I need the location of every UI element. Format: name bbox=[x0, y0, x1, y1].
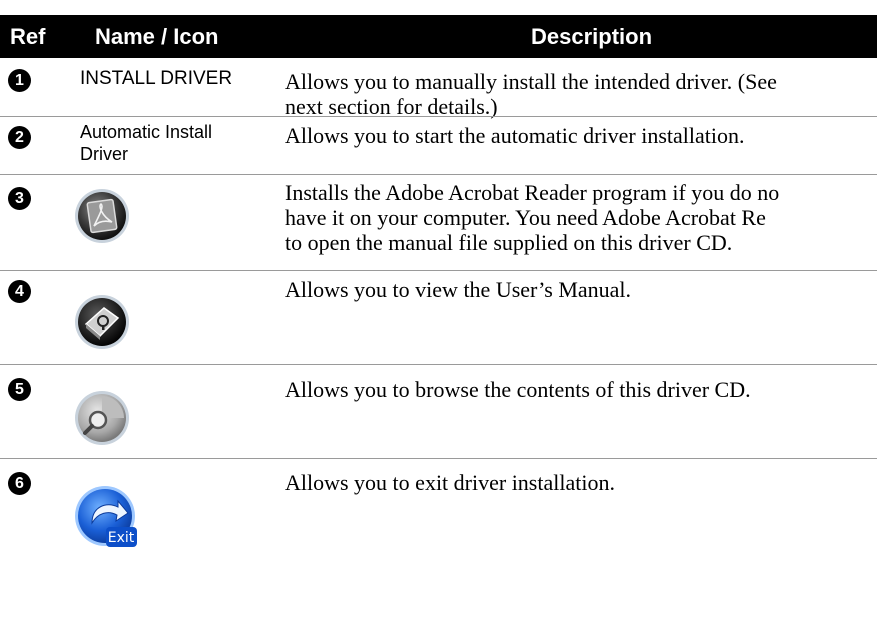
automatic-install-driver-label: Automatic Install Driver bbox=[80, 121, 212, 165]
description-line: Allows you to browse the contents of thi… bbox=[285, 377, 751, 402]
adobe-reader-icon bbox=[75, 189, 129, 243]
ref-number-6: 6 bbox=[8, 472, 31, 495]
users-manual-icon bbox=[75, 295, 129, 349]
table-row-browse-cd: 5 Allows you to browse the contents of t… bbox=[0, 365, 877, 459]
row-description: Allows you to manually install the inten… bbox=[285, 69, 877, 119]
name-line: Automatic Install bbox=[80, 122, 213, 142]
ref-number-1: 1 bbox=[8, 69, 31, 92]
ref-number-4: 4 bbox=[8, 280, 31, 303]
description-line: to open the manual file supplied on this… bbox=[285, 230, 733, 255]
table-row-users-manual: 4 Allows you to view the User’s Manual. bbox=[0, 271, 877, 365]
description-line: Allows you to view the User’s Manual. bbox=[285, 277, 632, 302]
row-description: Allows you to start the automatic driver… bbox=[285, 123, 877, 148]
driver-cd-menu-table: Ref Name / Icon Description 1 INSTALL DR… bbox=[0, 0, 877, 640]
header-name-icon: Name / Icon bbox=[95, 24, 219, 49]
table-row-install-driver: 1 INSTALL DRIVER Allows you to manually … bbox=[0, 58, 877, 119]
row-description: Allows you to view the User’s Manual. bbox=[285, 277, 877, 302]
table-header: Ref Name / Icon Description bbox=[0, 15, 877, 58]
browse-cd-icon bbox=[75, 391, 129, 445]
ref-number-3: 3 bbox=[8, 187, 31, 210]
description-line: Allows you to exit driver installation. bbox=[285, 470, 615, 495]
description-line: Installs the Adobe Acrobat Reader progra… bbox=[285, 180, 780, 205]
header-description: Description bbox=[531, 24, 653, 49]
description-line: Allows you to manually install the inten… bbox=[285, 69, 777, 94]
row-description: Allows you to browse the contents of thi… bbox=[285, 377, 877, 402]
row-description: Installs the Adobe Acrobat Reader progra… bbox=[285, 180, 877, 255]
row-description: Allows you to exit driver installation. bbox=[285, 470, 877, 495]
exit-icon: Exit bbox=[75, 486, 137, 547]
table-row-adobe-reader: 3 Installs the Adobe Acrobat Reader prog… bbox=[0, 175, 877, 271]
table-row-automatic-install: 2 Automatic Install Driver Allows you to… bbox=[0, 117, 877, 175]
description-line: Allows you to start the automatic driver… bbox=[285, 123, 745, 148]
ref-number-2: 2 bbox=[8, 126, 31, 149]
header-ref: Ref bbox=[10, 24, 46, 49]
table-row-exit: 6 Exit Allows you to exit driver install… bbox=[0, 459, 877, 619]
exit-icon-label: Exit bbox=[108, 530, 135, 546]
name-line: Driver bbox=[80, 144, 128, 164]
install-driver-label: INSTALL DRIVER bbox=[80, 68, 233, 89]
description-line: have it on your computer. You need Adobe… bbox=[285, 205, 766, 230]
ref-number-5: 5 bbox=[8, 378, 31, 401]
